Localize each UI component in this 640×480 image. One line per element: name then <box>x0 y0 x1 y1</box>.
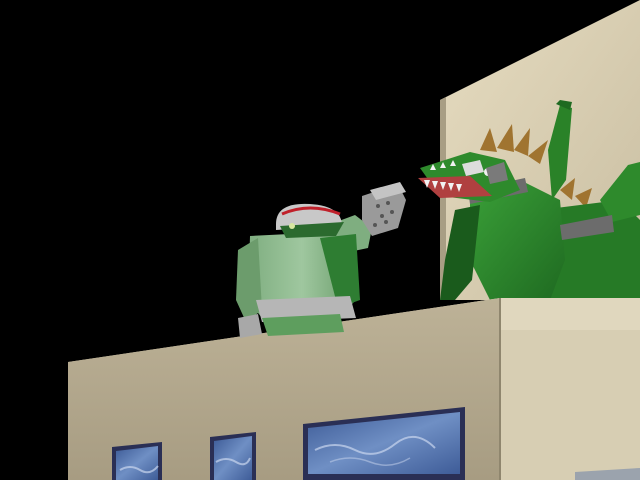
window-1 <box>112 442 162 480</box>
window-2 <box>210 432 256 480</box>
game-scene <box>0 0 640 480</box>
